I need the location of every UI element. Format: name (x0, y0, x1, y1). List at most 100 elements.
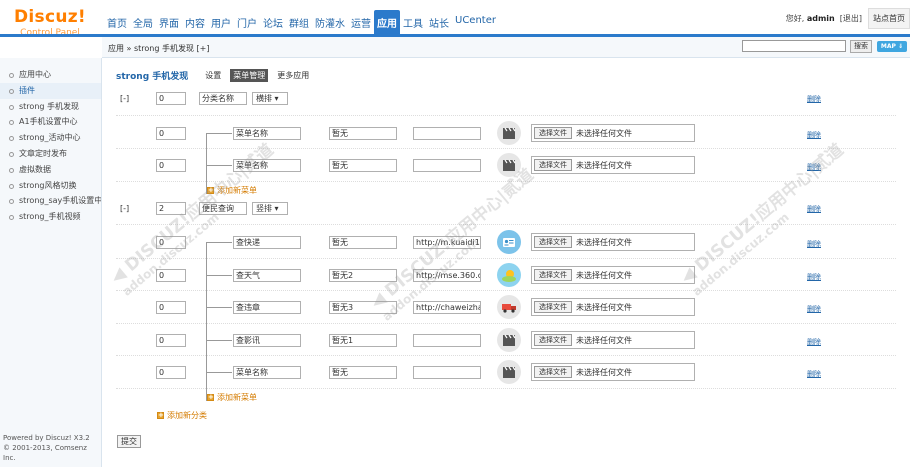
layout-select[interactable]: 竖排 ▾ (252, 201, 288, 215)
menu-order-input[interactable]: 0 (156, 268, 186, 282)
site-home-button[interactable]: 站点首页 (868, 8, 910, 29)
sidebar-item[interactable]: strong_say手机设置中 (0, 193, 101, 209)
menu-desc-input[interactable]: 暂无 (329, 366, 397, 379)
collapse-toggle[interactable]: [-] (120, 94, 129, 103)
nav-item-5[interactable]: 门户 (234, 10, 260, 36)
category-order-input[interactable]: 0 (156, 92, 186, 105)
menu-name-input[interactable]: 菜单名称 (233, 366, 301, 379)
nav-item-1[interactable]: 全局 (130, 10, 156, 36)
delete-link[interactable]: 删除 (807, 130, 821, 140)
nav-item-0[interactable]: 首页 (104, 10, 130, 36)
sidebar-item[interactable]: 文章定时发布 (0, 146, 101, 162)
menu-url-input[interactable]: http://chaweizha (413, 301, 481, 314)
tab-1[interactable]: 菜单管理 (230, 69, 269, 82)
menu-desc-input[interactable]: 暂无3 (329, 301, 397, 314)
choose-file-button[interactable]: 选择文件 (534, 236, 572, 248)
layout-select[interactable]: 横排 ▾ (252, 92, 288, 105)
nav-item-12[interactable]: 站长 (426, 10, 452, 36)
sidebar-item[interactable]: 插件 (0, 82, 101, 99)
menu-url-input[interactable]: http://mse.360.c (413, 268, 481, 282)
nav-item-3[interactable]: 内容 (182, 10, 208, 36)
menu-order-input[interactable]: 0 (156, 159, 186, 172)
delete-link[interactable]: 删除 (807, 337, 821, 347)
nav-item-7[interactable]: 群组 (286, 10, 312, 36)
file-upload[interactable]: 选择文件 未选择任何文件 (531, 233, 695, 251)
file-upload[interactable]: 选择文件 未选择任何文件 (531, 330, 695, 349)
delete-link[interactable]: 删除 (807, 204, 821, 214)
search-button[interactable]: 搜索 (850, 40, 872, 53)
category-name-input[interactable]: 便民查询 (199, 201, 247, 215)
menu-url-input[interactable] (413, 333, 481, 347)
nav-item-13[interactable]: UCenter (452, 10, 499, 36)
add-category-link[interactable]: + 添加新分类 (157, 410, 207, 421)
logout-link[interactable]: [退出] (840, 13, 862, 24)
nav-item-11[interactable]: 工具 (400, 10, 426, 36)
menu-name-input[interactable]: 查违章 (233, 301, 301, 314)
delete-link[interactable]: 删除 (807, 94, 821, 104)
collapse-toggle[interactable]: [-] (120, 204, 129, 213)
menu-order-input[interactable]: 0 (156, 366, 186, 379)
menu-order-input[interactable]: 0 (156, 126, 186, 140)
choose-file-button[interactable]: 选择文件 (534, 159, 572, 171)
menu-name-input[interactable]: 菜单名称 (233, 126, 301, 140)
choose-file-button[interactable]: 选择文件 (534, 126, 572, 139)
menu-url-input[interactable] (413, 159, 481, 172)
nav-item-9[interactable]: 运营 (348, 10, 374, 36)
nav-item-8[interactable]: 防灌水 (312, 10, 348, 36)
menu-name-input[interactable]: 查影讯 (233, 333, 301, 347)
menu-order-input[interactable]: 0 (156, 333, 186, 347)
menu-order-input[interactable]: 0 (156, 301, 186, 314)
sidebar-item[interactable]: strong 手机发现 (0, 99, 101, 115)
tab-2[interactable]: 更多应用 (274, 69, 312, 82)
add-menu-link[interactable]: + 添加新菜单 (207, 392, 257, 403)
file-status: 未选择任何文件 (576, 303, 632, 312)
file-upload[interactable]: 选择文件 未选择任何文件 (531, 156, 695, 174)
search-input[interactable] (742, 40, 846, 52)
file-upload[interactable]: 选择文件 未选择任何文件 (531, 265, 695, 284)
delete-link[interactable]: 删除 (807, 162, 821, 172)
sidebar-item[interactable]: strong风格切换 (0, 178, 101, 194)
menu-name-input[interactable]: 查天气 (233, 268, 301, 282)
sidebar-item[interactable]: 应用中心 (0, 67, 101, 83)
menu-name-input[interactable]: 菜单名称 (233, 159, 301, 172)
menu-desc-input[interactable]: 暂无 (329, 126, 397, 140)
menu-desc-input[interactable]: 暂无 (329, 159, 397, 172)
nav-item-10[interactable]: 应用 (374, 10, 400, 36)
tab-0[interactable]: 设置 (202, 69, 224, 82)
menu-name-input[interactable]: 查快递 (233, 236, 301, 249)
tree-connector (206, 242, 232, 243)
submit-button[interactable]: 提交 (117, 435, 141, 448)
choose-file-button[interactable]: 选择文件 (534, 333, 572, 346)
choose-file-button[interactable]: 选择文件 (534, 301, 572, 313)
sidebar-item[interactable]: strong_活动中心 (0, 130, 101, 146)
menu-desc-input[interactable]: 暂无 (329, 236, 397, 249)
file-upload[interactable]: 选择文件 未选择任何文件 (531, 363, 695, 381)
category-name-input[interactable]: 分类名称 (199, 92, 247, 105)
delete-link[interactable]: 删除 (807, 304, 821, 314)
file-upload[interactable]: 选择文件 未选择任何文件 (531, 123, 695, 142)
menu-url-input[interactable] (413, 126, 481, 140)
nav-item-6[interactable]: 论坛 (260, 10, 286, 36)
sidebar-item[interactable]: 虚拟数据 (0, 162, 101, 178)
sidebar-item[interactable]: A1手机设置中心 (0, 114, 101, 130)
nav-item-2[interactable]: 界面 (156, 10, 182, 36)
menu-desc-input[interactable]: 暂无1 (329, 333, 397, 347)
choose-file-button[interactable]: 选择文件 (534, 268, 572, 281)
sidebar-item[interactable]: strong_手机视频 (0, 209, 101, 225)
add-menu-link[interactable]: + 添加新菜单 (207, 185, 257, 196)
delete-link[interactable]: 删除 (807, 369, 821, 379)
delete-link[interactable]: 删除 (807, 239, 821, 249)
tree-connector (206, 274, 232, 276)
breadcrumb[interactable]: 应用 » strong 手机发现 [+] (108, 43, 209, 54)
menu-order-input[interactable]: 0 (156, 236, 186, 249)
choose-file-button[interactable]: 选择文件 (534, 366, 572, 378)
map-button[interactable]: MAP ⇓ (877, 41, 907, 52)
category-order-input[interactable]: 2 (156, 201, 186, 215)
menu-url-input[interactable] (413, 366, 481, 379)
menu-desc-input[interactable]: 暂无2 (329, 268, 397, 282)
file-upload[interactable]: 选择文件 未选择任何文件 (531, 298, 695, 316)
file-status: 未选择任何文件 (576, 161, 632, 170)
delete-link[interactable]: 删除 (807, 272, 821, 282)
menu-url-input[interactable]: http://m.kuaidi1 (413, 236, 481, 249)
nav-item-4[interactable]: 用户 (208, 10, 234, 36)
